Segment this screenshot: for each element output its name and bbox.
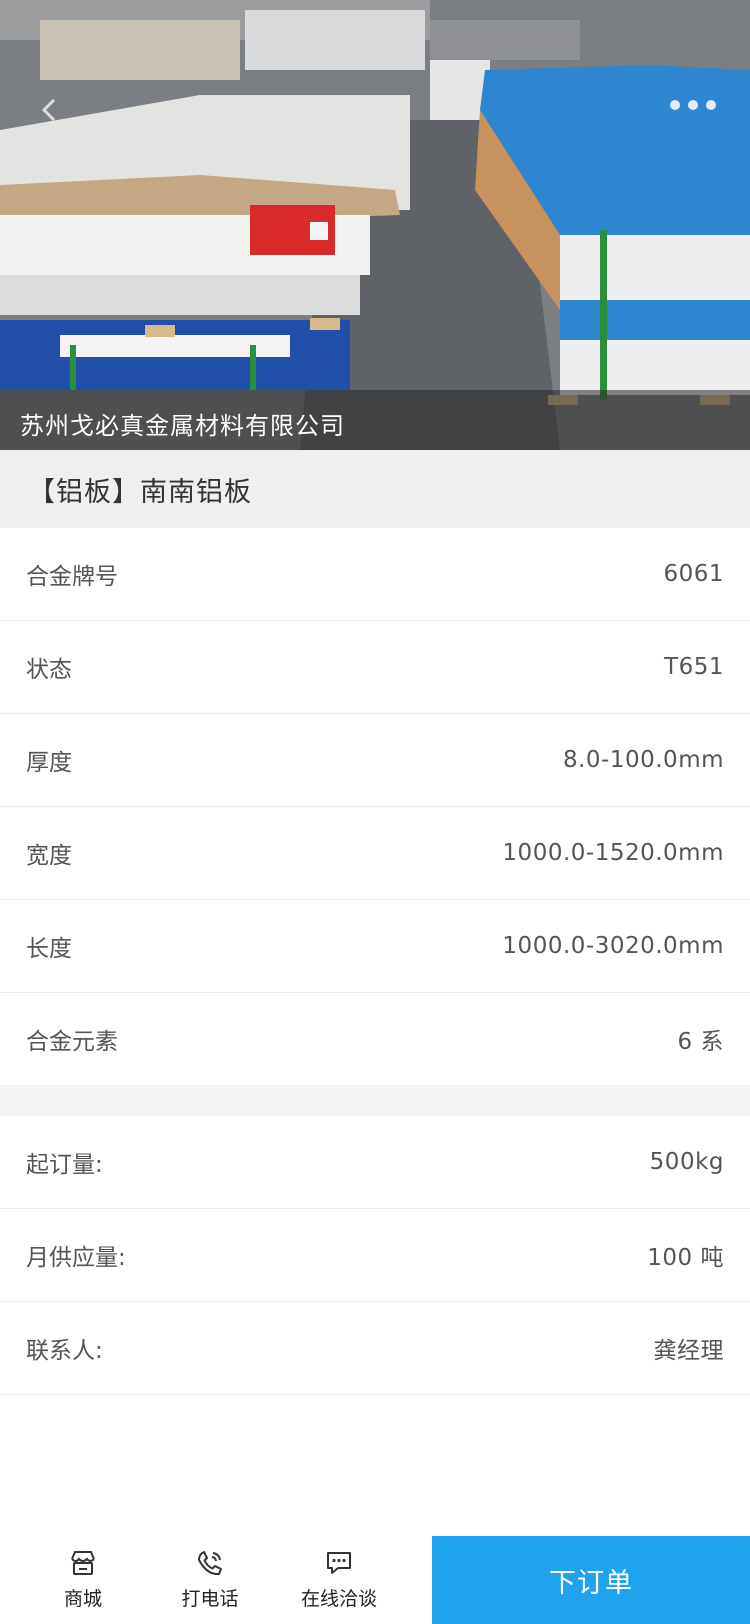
spec-label: 宽度 xyxy=(26,843,72,869)
spec-label: 状态 xyxy=(26,657,72,683)
tab-label: 商城 xyxy=(63,1588,102,1610)
spec-row-alloy-element: 合金元素 6 系 xyxy=(0,993,750,1086)
spec-value: 6 系 xyxy=(677,1029,724,1055)
info-value: 500kg xyxy=(649,1149,724,1175)
chat-icon xyxy=(324,1548,354,1578)
order-info-list: 起订量: 500kg 月供应量: 100 吨 联系人: 龚经理 xyxy=(0,1116,750,1395)
tab-online-chat[interactable]: 在线洽谈 xyxy=(287,1548,391,1618)
section-divider xyxy=(0,1086,750,1116)
spec-label: 合金元素 xyxy=(26,1029,118,1055)
spec-value: T651 xyxy=(664,654,724,680)
product-photo: 苏州戈必真金属材料有限公司 xyxy=(0,0,750,450)
spec-value: 1000.0-1520.0mm xyxy=(502,840,724,866)
spec-row-thickness: 厚度 8.0-100.0mm xyxy=(0,714,750,807)
spec-row-temper: 状态 T651 xyxy=(0,621,750,714)
info-label: 联系人: xyxy=(26,1338,103,1364)
product-title-bar: 【铝板】南南铝板 xyxy=(0,450,750,528)
spec-list: 合金牌号 6061 状态 T651 厚度 8.0-100.0mm 宽度 1000… xyxy=(0,528,750,1086)
phone-icon xyxy=(195,1548,225,1578)
spec-row-width: 宽度 1000.0-1520.0mm xyxy=(0,807,750,900)
place-order-label: 下订单 xyxy=(549,1567,633,1599)
place-order-button[interactable]: 下订单 xyxy=(432,1536,750,1624)
tab-call[interactable]: 打电话 xyxy=(170,1548,250,1618)
spec-row-alloy-grade: 合金牌号 6061 xyxy=(0,528,750,621)
spec-value: 1000.0-3020.0mm xyxy=(502,933,724,959)
tab-store[interactable]: 商城 xyxy=(53,1548,113,1618)
spec-value: 6061 xyxy=(663,561,724,587)
info-label: 起订量: xyxy=(26,1152,103,1178)
info-row-monthly-supply: 月供应量: 100 吨 xyxy=(0,1209,750,1302)
spec-label: 长度 xyxy=(26,936,72,962)
spec-value: 8.0-100.0mm xyxy=(562,747,724,773)
info-label: 月供应量: xyxy=(26,1245,126,1271)
product-title: 【铝板】南南铝板 xyxy=(28,476,252,508)
tab-label: 在线洽谈 xyxy=(300,1588,377,1610)
back-arrow-icon[interactable] xyxy=(36,96,64,124)
spec-row-length: 长度 1000.0-3020.0mm xyxy=(0,900,750,993)
store-icon xyxy=(68,1548,98,1578)
more-options-icon[interactable] xyxy=(670,100,718,114)
warehouse-photo-illustration xyxy=(0,0,750,450)
info-value: 100 吨 xyxy=(647,1245,724,1271)
info-row-min-order: 起订量: 500kg xyxy=(0,1116,750,1209)
info-value: 龚经理 xyxy=(653,1338,724,1364)
tab-label: 打电话 xyxy=(181,1588,239,1610)
company-name: 苏州戈必真金属材料有限公司 xyxy=(20,412,345,440)
spec-label: 厚度 xyxy=(26,750,72,776)
spec-label: 合金牌号 xyxy=(26,564,118,590)
info-row-contact: 联系人: 龚经理 xyxy=(0,1302,750,1395)
